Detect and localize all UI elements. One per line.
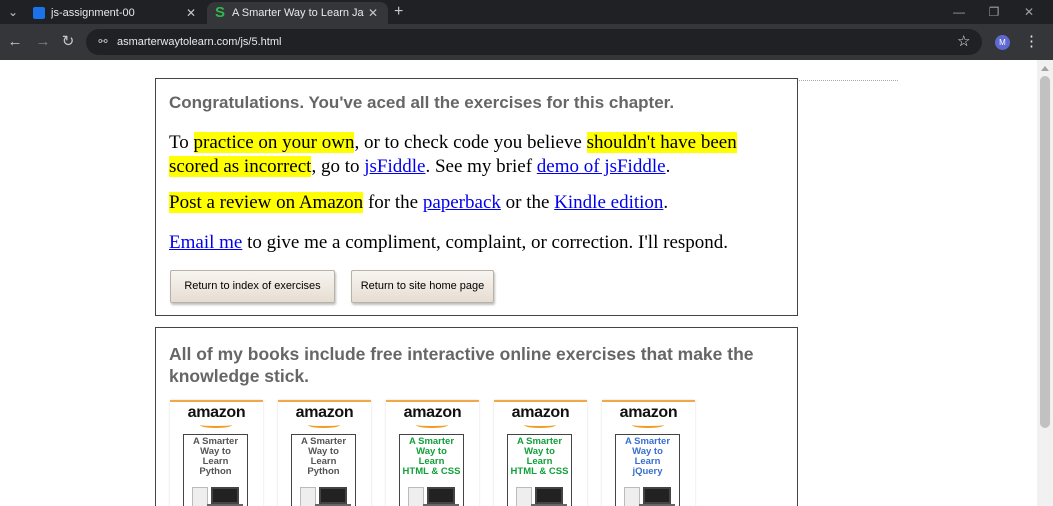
amazon-smile-icon <box>416 422 448 428</box>
laptop-illustration-icon <box>624 485 675 506</box>
restore-icon[interactable]: ❐ <box>977 0 1011 24</box>
text: or the <box>500 192 555 213</box>
address-bar[interactable]: ⚯ asmarterwaytolearn.com/js/5.html <box>86 29 982 55</box>
title-line: Python <box>307 466 340 477</box>
laptop-illustration-icon <box>408 485 459 506</box>
paperback-link[interactable]: paperback <box>423 192 501 213</box>
text: To <box>169 132 194 153</box>
tab-smarter-way[interactable]: S A Smarter Way to Learn JavaScr ✕ <box>207 2 388 24</box>
highlight-text: Post a review on Amazon <box>169 192 364 213</box>
classroom-favicon-icon <box>33 7 45 19</box>
url-text[interactable]: asmarterwaytolearn.com/js/5.html <box>117 29 281 55</box>
book-title: A Smarter Way to Learn jQuery <box>616 437 679 477</box>
review-paragraph: Post a review on Amazon for the paperbac… <box>169 191 784 215</box>
tablet-illustration-icon <box>516 485 567 506</box>
books-heading: All of my books include free interactive… <box>169 344 754 386</box>
site-info-icon[interactable]: ⚯ <box>94 33 112 51</box>
book-python-2[interactable]: amazon A Smarter Way to Learn Python <box>278 400 371 506</box>
scroll-up-arrow-icon[interactable] <box>1041 66 1049 71</box>
tab-close-icon[interactable]: ✕ <box>364 6 382 20</box>
book-cover: A Smarter Way to Learn HTML & CSS <box>507 434 572 506</box>
browser-toolbar: ← → ↻ ⚯ asmarterwaytolearn.com/js/5.html… <box>0 24 1053 60</box>
book-title: A Smarter Way to Learn Python <box>184 437 247 477</box>
amazon-smile-icon <box>308 422 340 428</box>
return-to-home-button[interactable]: Return to site home page <box>351 270 494 303</box>
amazon-logo: amazon <box>187 404 246 421</box>
tab-js-assignment[interactable]: js-assignment-00 ✕ <box>26 2 206 24</box>
kindle-link[interactable]: Kindle edition <box>554 192 663 213</box>
congrats-heading: Congratulations. You've aced all the exe… <box>169 93 675 112</box>
email-paragraph: Email me to give me a compliment, compla… <box>169 231 784 255</box>
smarter-way-favicon-icon: S <box>214 4 225 21</box>
email-link[interactable]: Email me <box>169 232 242 253</box>
congrats-panel: Congratulations. You've aced all the exe… <box>155 78 798 316</box>
jsfiddle-demo-link[interactable]: demo of jsFiddle <box>537 156 666 177</box>
new-tab-plus-icon[interactable]: + <box>394 0 403 24</box>
book-cover: A Smarter Way to Learn Python <box>291 434 356 506</box>
jsfiddle-link[interactable]: jsFiddle <box>364 156 425 177</box>
book-python-1[interactable]: amazon A Smarter Way to Learn Python <box>170 400 263 506</box>
tab-close-icon[interactable]: ✕ <box>182 6 200 20</box>
reload-icon[interactable]: ↻ <box>57 24 79 60</box>
text: for the <box>363 192 423 213</box>
forward-arrow-icon[interactable]: → <box>32 24 54 60</box>
amazon-smile-icon <box>632 422 664 428</box>
amazon-logo: amazon <box>619 404 678 421</box>
browser-menu-icon[interactable]: ⋮ <box>1024 24 1039 60</box>
title-line: HTML & CSS <box>402 466 461 477</box>
amazon-logo: amazon <box>295 404 354 421</box>
practice-paragraph: To practice on your own, or to check cod… <box>169 131 784 179</box>
highlight-text: practice on your own <box>193 132 355 153</box>
return-to-index-button[interactable]: Return to index of exercises <box>170 270 335 303</box>
title-line: HTML & CSS <box>510 466 569 477</box>
back-arrow-icon[interactable]: ← <box>4 24 26 60</box>
title-line: jQuery <box>632 466 663 477</box>
book-title: A Smarter Way to Learn HTML & CSS <box>508 437 571 477</box>
amazon-smile-icon <box>200 422 232 428</box>
book-html-css-2[interactable]: amazon A Smarter Way to Learn HTML & CSS <box>494 400 587 506</box>
text: to give me a compliment, complaint, or c… <box>242 232 729 253</box>
window-close-icon[interactable]: ✕ <box>1012 0 1046 24</box>
tab-search-chevron-icon[interactable]: ⌄ <box>6 0 20 24</box>
bookmark-star-icon[interactable]: ☆ <box>957 24 970 60</box>
book-cover: A Smarter Way to Learn Python <box>183 434 248 506</box>
vertical-scrollbar[interactable] <box>1037 60 1053 506</box>
laptop-illustration-icon <box>300 485 351 506</box>
amazon-logo: amazon <box>403 404 462 421</box>
amazon-logo: amazon <box>511 404 570 421</box>
text: . See my brief <box>425 156 537 177</box>
book-cover: A Smarter Way to Learn HTML & CSS <box>399 434 464 506</box>
tab-title: A Smarter Way to Learn JavaScr <box>232 7 364 19</box>
tab-title: js-assignment-00 <box>51 7 135 19</box>
title-line: Python <box>199 466 232 477</box>
text: , or to check code you believe <box>354 132 587 153</box>
books-panel: All of my books include free interactive… <box>155 327 798 506</box>
book-title: A Smarter Way to Learn HTML & CSS <box>400 437 463 477</box>
text: . <box>665 156 671 177</box>
book-title: A Smarter Way to Learn Python <box>292 437 355 477</box>
page-viewport: Congratulations. You've aced all the exe… <box>0 60 1053 506</box>
text: , go to <box>311 156 365 177</box>
tab-strip: ⌄ js-assignment-00 ✕ S A Smarter Way to … <box>0 0 1053 24</box>
minimize-icon[interactable]: — <box>942 0 976 24</box>
profile-avatar[interactable]: M <box>995 35 1010 50</box>
amazon-smile-icon <box>524 422 556 428</box>
book-html-css-1[interactable]: amazon A Smarter Way to Learn HTML & CSS <box>386 400 479 506</box>
text: . <box>663 192 669 213</box>
book-cover: A Smarter Way to Learn jQuery <box>615 434 680 506</box>
laptop-illustration-icon <box>192 485 243 506</box>
scrollbar-thumb[interactable] <box>1040 76 1050 428</box>
book-jquery[interactable]: amazon A Smarter Way to Learn jQuery <box>602 400 695 506</box>
